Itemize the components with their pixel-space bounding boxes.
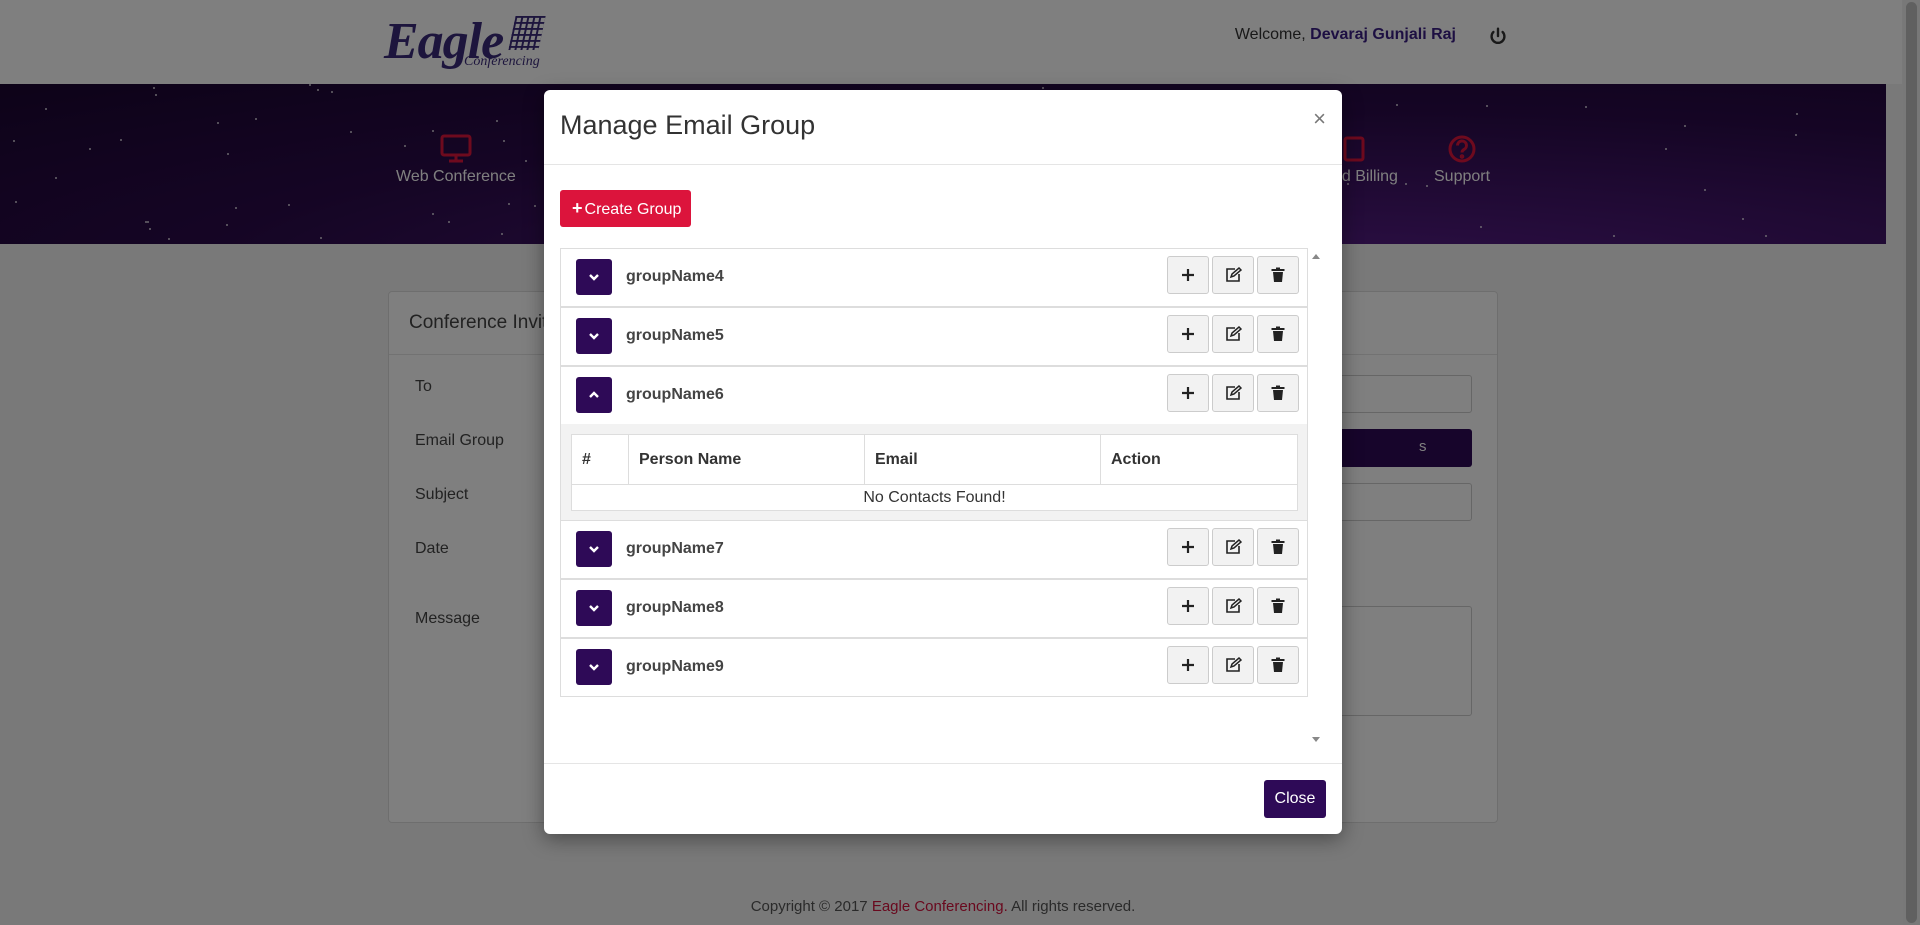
expand-toggle-button[interactable] [576, 590, 612, 626]
close-button[interactable]: Close [1264, 780, 1326, 818]
add-contact-button[interactable] [1167, 528, 1209, 566]
trash-icon [1271, 539, 1285, 554]
group-list[interactable]: groupName4 groupName5 groupName6 # Perso… [560, 248, 1324, 748]
edit-group-button[interactable] [1212, 646, 1254, 684]
group-name: groupName8 [626, 599, 724, 616]
delete-group-button[interactable] [1257, 587, 1299, 625]
edit-icon [1226, 385, 1242, 400]
table-header-row: # Person Name Email Action [571, 434, 1298, 485]
chevron-down-icon [589, 605, 599, 612]
edit-icon [1226, 267, 1242, 282]
group-row: groupName4 [560, 248, 1308, 307]
create-group-label: Create Group [584, 201, 682, 218]
plus-icon [1182, 600, 1194, 612]
edit-icon [1226, 539, 1242, 554]
expand-toggle-button[interactable] [576, 259, 612, 295]
col-email: Email [864, 434, 1101, 485]
group-name: groupName7 [626, 540, 724, 557]
add-contact-button[interactable] [1167, 374, 1209, 412]
plus-icon [1182, 269, 1194, 281]
chevron-down-icon [589, 546, 599, 553]
expand-toggle-button[interactable] [576, 649, 612, 685]
collapse-toggle-button[interactable] [576, 377, 612, 413]
delete-group-button[interactable] [1257, 528, 1299, 566]
plus-icon [1182, 541, 1194, 553]
group-name: groupName5 [626, 327, 724, 344]
edit-icon [1226, 598, 1242, 613]
modal-header: Manage Email Group × [544, 90, 1342, 165]
group-row: groupName7 [560, 520, 1308, 579]
expand-toggle-button[interactable] [576, 318, 612, 354]
modal-title: Manage Email Group [560, 110, 816, 140]
group-row: groupName5 [560, 307, 1308, 366]
plus-icon: + [572, 198, 583, 218]
empty-message: No Contacts Found! [571, 484, 1298, 511]
contacts-table: # Person Name Email Action No Contacts F… [571, 434, 1298, 511]
expand-toggle-button[interactable] [576, 531, 612, 567]
scroll-up-arrow-icon[interactable] [1312, 254, 1320, 259]
delete-group-button[interactable] [1257, 256, 1299, 294]
edit-group-button[interactable] [1212, 315, 1254, 353]
close-icon[interactable]: × [1313, 106, 1326, 132]
trash-icon [1271, 385, 1285, 400]
edit-icon [1226, 326, 1242, 341]
table-row: No Contacts Found! [571, 484, 1298, 511]
group-name: groupName6 [626, 386, 724, 403]
group-contacts-panel: # Person Name Email Action No Contacts F… [560, 424, 1308, 520]
delete-group-button[interactable] [1257, 374, 1299, 412]
trash-icon [1271, 598, 1285, 613]
group-row-expanded: groupName6 [560, 366, 1308, 425]
group-list-scrollbar[interactable] [1308, 248, 1324, 748]
plus-icon [1182, 659, 1194, 671]
chevron-up-icon [589, 391, 599, 398]
chevron-down-icon [589, 333, 599, 340]
add-contact-button[interactable] [1167, 256, 1209, 294]
col-number: # [571, 434, 629, 485]
edit-group-button[interactable] [1212, 587, 1254, 625]
chevron-down-icon [589, 664, 599, 671]
add-contact-button[interactable] [1167, 315, 1209, 353]
trash-icon [1271, 657, 1285, 672]
create-group-button[interactable]: + Create Group [560, 190, 691, 227]
col-action: Action [1100, 434, 1298, 485]
plus-icon [1182, 328, 1194, 340]
group-name: groupName4 [626, 268, 724, 285]
col-person-name: Person Name [628, 434, 865, 485]
manage-email-group-modal: Manage Email Group × + Create Group group… [544, 90, 1342, 834]
scroll-down-arrow-icon[interactable] [1312, 737, 1320, 742]
edit-group-button[interactable] [1212, 374, 1254, 412]
delete-group-button[interactable] [1257, 646, 1299, 684]
group-row: groupName8 [560, 579, 1308, 638]
plus-icon [1182, 387, 1194, 399]
delete-group-button[interactable] [1257, 315, 1299, 353]
edit-group-button[interactable] [1212, 528, 1254, 566]
group-row: groupName9 [560, 638, 1308, 697]
chevron-down-icon [589, 274, 599, 281]
edit-icon [1226, 657, 1242, 672]
modal-footer: Close [544, 763, 1342, 834]
edit-group-button[interactable] [1212, 256, 1254, 294]
trash-icon [1271, 267, 1285, 282]
group-name: groupName9 [626, 658, 724, 675]
add-contact-button[interactable] [1167, 587, 1209, 625]
add-contact-button[interactable] [1167, 646, 1209, 684]
trash-icon [1271, 326, 1285, 341]
